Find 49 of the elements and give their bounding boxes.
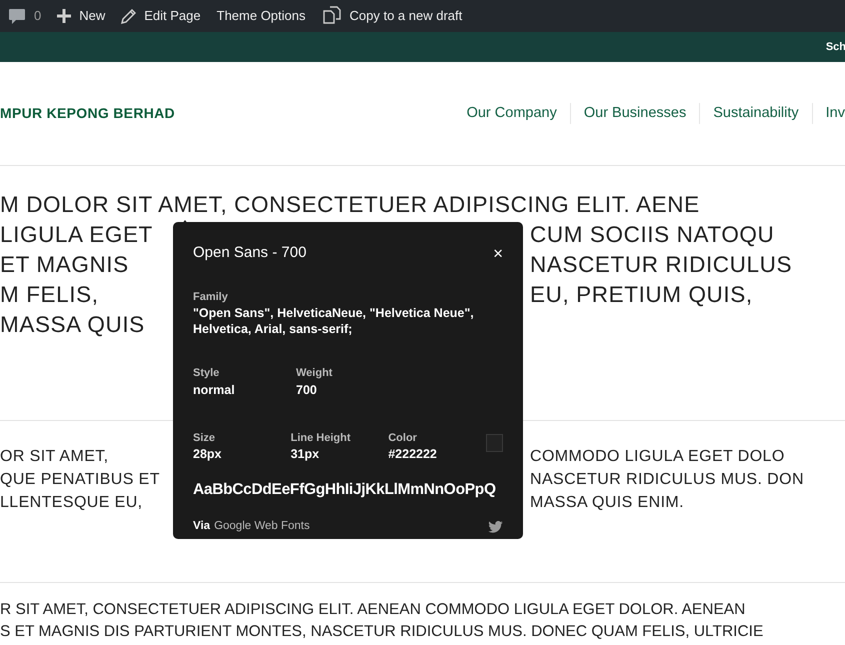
toolbar-link[interactable]: New [57, 6, 106, 26]
nav-link[interactable]: Our Company [454, 102, 570, 124]
field-value: 700 [296, 382, 318, 398]
field-label: Weight [296, 366, 334, 381]
comment-icon [8, 8, 26, 24]
heading-text: MASSA QUIS [0, 311, 145, 339]
heading-text: EU, PRETIUM QUIS, [530, 281, 753, 309]
heading-text: QUE PENATIBUS ET [0, 470, 161, 490]
field-label: Color [388, 430, 418, 446]
field-value: 28px [193, 446, 222, 462]
heading-text: NASCETUR RIDICULUS [530, 251, 792, 279]
comments-link[interactable]: 0 [8, 6, 42, 26]
heading-text: CUM SOCIIS NATOQU [530, 221, 774, 249]
nav-link[interactable]: Our Businesses [570, 102, 700, 124]
toolbar-link[interactable]: Theme Options [216, 6, 306, 26]
top-bar-link[interactable]: Sch [826, 38, 845, 56]
heading-text: OR SIT AMET, [0, 447, 110, 467]
font-sample: AaBbCcDdEeFfGgHhIiJjKkLlMmNnOoPpQ [193, 480, 497, 499]
heading-text: MASSA QUIS ENIM. [530, 493, 684, 513]
toolbar-link[interactable]: Edit Page [121, 6, 201, 26]
field-value: "Open Sans", HelveticaNeue, "Helvetica Neue", Helvetica, Arial, sans-serif; [193, 305, 475, 337]
heading-text: LLENTESQUE EU, [0, 493, 144, 513]
heading-text: COMMODO LIGULA EGET DOLO [530, 447, 785, 467]
field-value: #222222 [388, 446, 438, 462]
heading-text: LIGULA EGET [0, 221, 154, 249]
nav-link[interactable]: Sustainability [699, 102, 812, 124]
field-label: Style [193, 366, 220, 381]
bird-icon[interactable] [488, 520, 503, 533]
source-link[interactable]: Google Web Fonts [214, 518, 310, 536]
nav-link[interactable]: Inv [812, 102, 845, 124]
heading-text: M FELIS, [0, 281, 100, 309]
close-button[interactable]: × [493, 244, 503, 262]
field-value: normal [193, 382, 236, 398]
field-label: Size [193, 430, 216, 446]
heading-text: NASCETUR RIDICULUS MUS. DON [530, 470, 804, 490]
heading-text: R SIT AMET, CONSECTETUER ADIPISCING ELIT. AENEAN COMMODO LIGULA EGET DOLOR. AENEAN [0, 600, 746, 620]
heading-text: ET MAGNIS [0, 251, 130, 279]
via-text: Via [193, 519, 210, 534]
logo-text[interactable]: MPUR KEPONG BERHAD [0, 103, 175, 124]
pencil-icon [121, 8, 136, 24]
heading-text: M DOLOR SIT AMET, CONSECTETUER ADIPISCING ELIT. AENE [0, 191, 700, 219]
toolbar-link[interactable]: Copy to a new draft [322, 6, 462, 26]
field-value: 31px [290, 446, 320, 462]
heading-text: S ET MAGNIS DIS PARTURIENT MONTES, NASCETUR RIDICULUS MUS. DONEC QUAM FELIS, ULTRICIE [0, 622, 764, 642]
field-label: Line Height [290, 430, 352, 446]
field-label: Family [193, 290, 229, 304]
popup-title: Open Sans - 700 [193, 243, 306, 263]
plus-icon [57, 9, 72, 23]
copy-icon [322, 6, 342, 26]
